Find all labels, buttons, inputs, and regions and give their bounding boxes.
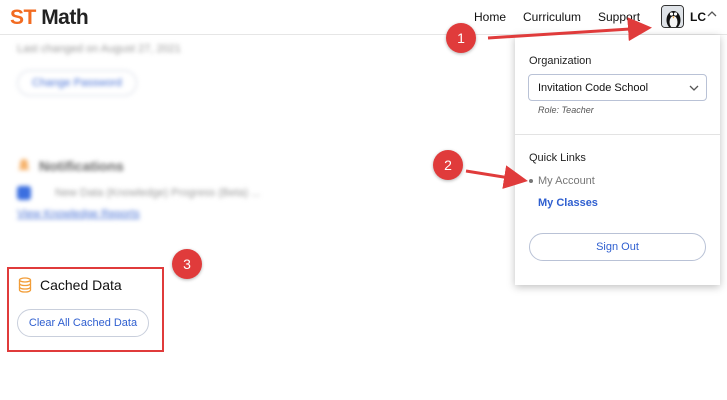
chevron-up-icon[interactable] <box>707 9 717 19</box>
nav-home-link[interactable]: Home <box>474 10 506 24</box>
my-account-link[interactable]: My Account <box>538 175 595 187</box>
notification-checkbox[interactable] <box>17 186 31 200</box>
my-classes-link[interactable]: My Classes <box>538 197 598 209</box>
sign-out-button[interactable]: Sign Out <box>529 233 706 261</box>
notifications-heading: Notifications <box>39 158 124 174</box>
top-navigation-bar: ST Math Home Curriculum Support LC <box>0 0 727 35</box>
nav-curriculum-link[interactable]: Curriculum <box>523 10 581 24</box>
annotation-highlight-box <box>7 267 164 352</box>
annotation-marker-2: 2 <box>433 150 463 180</box>
quick-links-label: Quick Links <box>529 152 586 164</box>
panel-divider <box>515 134 720 135</box>
logo-suffix: Math <box>41 6 89 29</box>
notification-link[interactable]: View Knowledge Reports <box>17 208 140 220</box>
penguin-avatar-icon <box>662 6 683 27</box>
st-math-logo[interactable]: ST Math <box>10 6 89 30</box>
password-last-changed-text: Last changed on August 27, 2021 <box>17 43 181 55</box>
annotation-marker-1: 1 <box>446 23 476 53</box>
notification-text: New Data (Knowledge) Progress (Beta) ... <box>55 187 261 199</box>
user-initials[interactable]: LC <box>690 10 706 24</box>
arrow-to-my-account <box>465 165 528 189</box>
role-text: Role: Teacher <box>538 105 594 115</box>
organization-select[interactable]: Invitation Code School <box>528 74 707 101</box>
bell-icon <box>18 159 30 170</box>
change-password-button[interactable]: Change Password <box>17 70 137 96</box>
user-avatar[interactable] <box>661 5 684 28</box>
organization-selected-value: Invitation Code School <box>538 82 649 94</box>
logo-prefix: ST <box>10 6 36 29</box>
account-dropdown-panel: Organization Invitation Code School Role… <box>515 35 720 285</box>
nav-support-link[interactable]: Support <box>598 10 640 24</box>
active-link-dot <box>529 179 533 183</box>
chevron-down-icon <box>689 85 699 91</box>
organization-label: Organization <box>529 55 592 67</box>
annotation-marker-3: 3 <box>172 249 202 279</box>
